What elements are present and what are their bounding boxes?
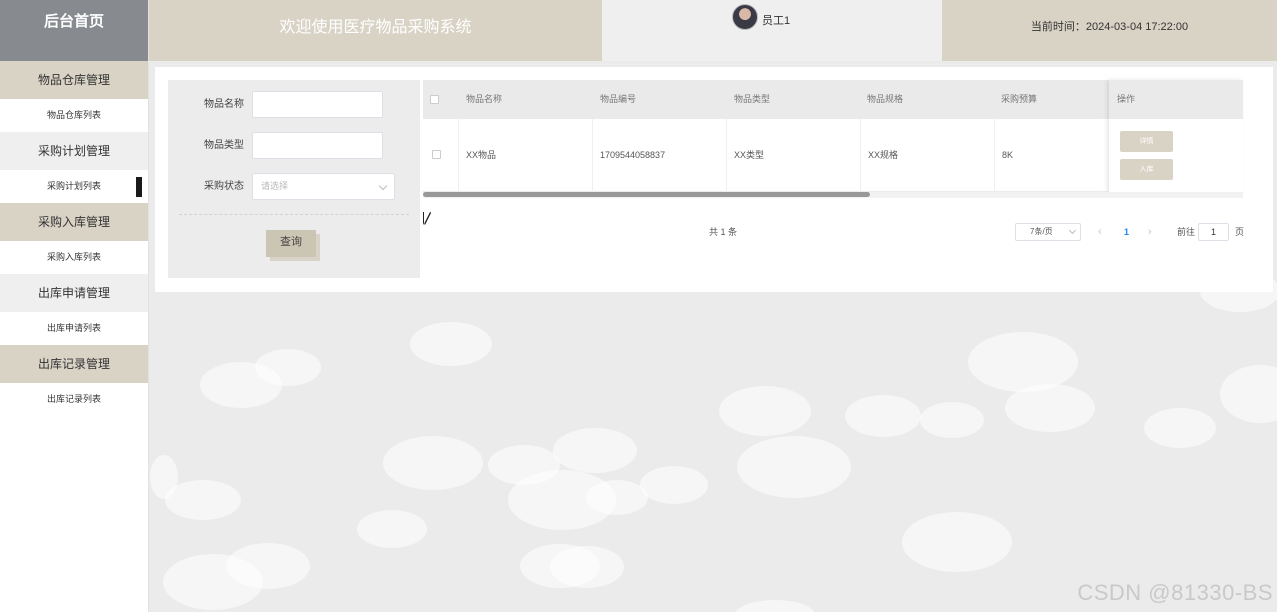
sidebar-item-label: 采购计划列表 bbox=[46, 181, 101, 191]
cell-item-spec: XX规格 bbox=[861, 119, 995, 192]
goto-label: 前往 bbox=[1177, 227, 1196, 237]
purchase-status-select[interactable]: 请选择 bbox=[252, 173, 395, 200]
active-indicator bbox=[136, 177, 142, 197]
item-name-label: 物品名称 bbox=[204, 99, 244, 110]
mouse-cursor-icon bbox=[424, 212, 436, 224]
cell-item-type: XX类型 bbox=[727, 119, 861, 192]
user-menu[interactable]: 员工1 bbox=[602, 0, 942, 61]
top-header: 欢迎使用医疗物品采购系统 员工1 当前时间：2024-03-04 17:22:0… bbox=[149, 0, 1277, 61]
pagination-total: 共 1 条 bbox=[709, 227, 738, 237]
cell-budget: 8K bbox=[1002, 150, 1014, 160]
select-all-checkbox[interactable] bbox=[430, 95, 439, 104]
content-panel: 物品名称 物品类型 采购状态 请选择 查询 物品名称 物品编号 物品类型 物品规… bbox=[155, 67, 1273, 292]
username[interactable]: 员工1 bbox=[762, 12, 790, 28]
sidebar-item-warehouse-list[interactable]: 物品仓库列表 bbox=[0, 99, 148, 132]
select-placeholder: 请选择 bbox=[261, 181, 289, 191]
column-header: 操作 bbox=[1109, 80, 1243, 119]
chevron-down-icon bbox=[378, 181, 388, 191]
watermark: CSDN @81330-BS bbox=[1077, 580, 1273, 605]
system-title: 欢迎使用医疗物品采购系统 bbox=[149, 0, 602, 61]
divider bbox=[179, 214, 409, 215]
sidebar-item-outbound-record-list[interactable]: 出库记录列表 bbox=[0, 383, 148, 416]
row-checkbox[interactable] bbox=[432, 150, 441, 159]
sidebar: 后台首页 物品仓库管理 物品仓库列表 采购计划管理 采购计划列表 采购入库管理 … bbox=[0, 0, 149, 612]
goto-page-input[interactable]: 1 bbox=[1198, 223, 1229, 241]
current-time: 当前时间：2024-03-04 17:22:00 bbox=[942, 0, 1277, 61]
horizontal-scrollbar[interactable] bbox=[423, 192, 1243, 198]
column-header: 物品类型 bbox=[734, 94, 771, 104]
sidebar-group-purchase-plan[interactable]: 采购计划管理 bbox=[0, 132, 148, 170]
cell-item-name: XX物品 bbox=[459, 119, 593, 192]
scrollbar-thumb[interactable] bbox=[423, 192, 870, 197]
item-name-input[interactable] bbox=[252, 91, 383, 118]
sidebar-item-purchase-inbound-list[interactable]: 采购入库列表 bbox=[0, 241, 148, 274]
column-header: 物品规格 bbox=[867, 94, 904, 104]
page-size-select[interactable]: 7条/页 bbox=[1015, 223, 1081, 241]
stock-in-button[interactable]: 入库 bbox=[1120, 159, 1173, 180]
query-button[interactable]: 查询 bbox=[266, 230, 316, 257]
sidebar-group-outbound-record[interactable]: 出库记录管理 bbox=[0, 345, 148, 383]
sidebar-group-outbound-request[interactable]: 出库申请管理 bbox=[0, 274, 148, 312]
search-form: 物品名称 物品类型 采购状态 请选择 查询 bbox=[168, 80, 420, 278]
page-suffix: 页 bbox=[1235, 227, 1245, 237]
item-type-label: 物品类型 bbox=[204, 140, 244, 151]
next-page-icon[interactable]: › bbox=[1148, 223, 1152, 241]
prev-page-icon[interactable]: ‹ bbox=[1098, 223, 1102, 241]
item-type-input[interactable] bbox=[252, 132, 383, 159]
column-header: 物品编号 bbox=[600, 94, 637, 104]
purchase-status-label: 采购状态 bbox=[204, 181, 244, 192]
chevron-down-icon bbox=[1068, 226, 1077, 235]
page-number-current[interactable]: 1 bbox=[1124, 223, 1129, 241]
sidebar-home-link[interactable]: 后台首页 bbox=[0, 0, 148, 61]
detail-button[interactable]: 详情 bbox=[1120, 131, 1173, 152]
column-header: 物品名称 bbox=[466, 94, 503, 104]
sidebar-group-warehouse[interactable]: 物品仓库管理 bbox=[0, 61, 148, 99]
avatar[interactable] bbox=[732, 4, 758, 30]
column-header: 采购预算 bbox=[1001, 94, 1038, 104]
page-size-value: 7条/页 bbox=[1030, 227, 1053, 236]
operation-column: 操作 详情 入库 bbox=[1109, 80, 1243, 192]
sidebar-item-outbound-request-list[interactable]: 出库申请列表 bbox=[0, 312, 148, 345]
cell-item-code: 1709544058837 bbox=[593, 119, 727, 192]
sidebar-item-purchase-plan-list[interactable]: 采购计划列表 bbox=[0, 170, 148, 203]
row-checkbox-cell bbox=[423, 119, 459, 192]
sidebar-group-purchase-inbound[interactable]: 采购入库管理 bbox=[0, 203, 148, 241]
